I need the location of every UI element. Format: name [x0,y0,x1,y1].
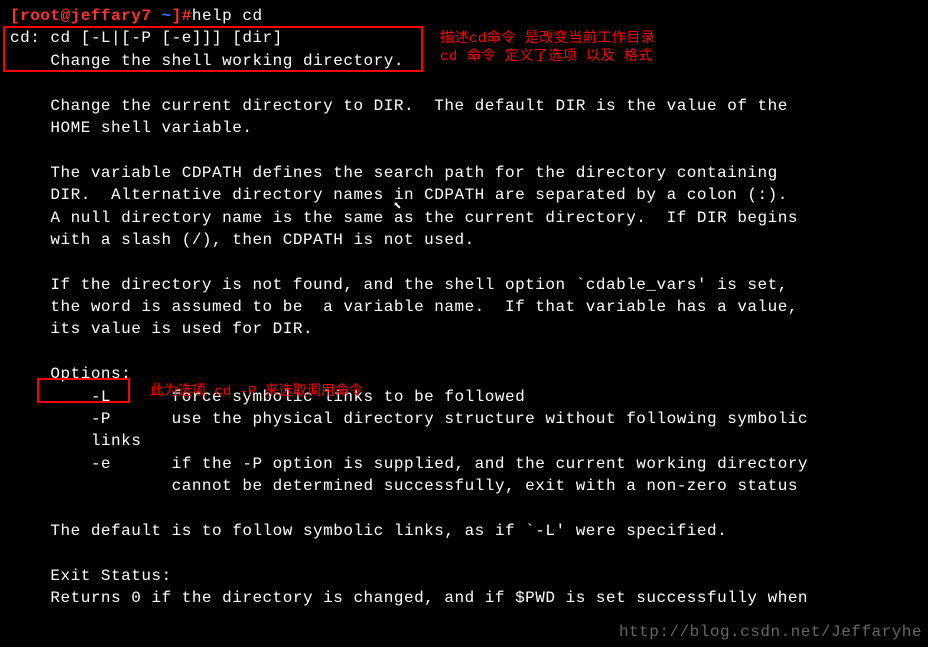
blank [10,498,918,520]
option-P: -P use the physical directory structure … [10,408,918,430]
prompt-suffix: ]# [172,7,192,25]
desc-line: HOME shell variable. [10,117,918,139]
typed-command: help cd [192,7,263,25]
options-header: Options: [10,363,918,385]
annotation-summary: 描述cd命令 是改变当前工作目录 cd 命令 定义了选项 以及 格式 [440,30,655,66]
annotation-text: 描述cd命令 是改变当前工作目录 [440,30,655,48]
desc-line: The variable CDPATH defines the search p… [10,162,918,184]
annotation-options: 此为选项 cd -P 来选取调用命令 [150,383,363,403]
option-e: -e if the -P option is supplied, and the… [10,453,918,475]
annotation-text: cd 命令 定义了选项 以及 格式 [440,48,655,66]
watermark-text: http://blog.csdn.net/Jeffaryhe [619,621,922,643]
option-P-cont: links [10,430,918,452]
desc-line: with a slash (/), then CDPATH is not use… [10,229,918,251]
cwd: ~ [162,7,172,25]
terminal-output: [root@jeffary7 ~]#help cd cd: cd [-L|[-P… [10,5,918,610]
exit-status-line: Returns 0 if the directory is changed, a… [10,587,918,609]
blank [10,72,918,94]
blank [10,542,918,564]
blank [10,341,918,363]
desc-line: DIR. Alternative directory names in CDPA… [10,184,918,206]
blank [10,139,918,161]
user-host: [root@jeffary7 [10,7,162,25]
option-L: -L force symbolic links to be followed [10,386,918,408]
desc-line: If the directory is not found, and the s… [10,274,918,296]
exit-status-header: Exit Status: [10,565,918,587]
desc-line: Change the current directory to DIR. The… [10,95,918,117]
blank [10,251,918,273]
default-line: The default is to follow symbolic links,… [10,520,918,542]
prompt-line[interactable]: [root@jeffary7 ~]#help cd [10,5,918,27]
option-e-cont: cannot be determined successfully, exit … [10,475,918,497]
desc-line: the word is assumed to be a variable nam… [10,296,918,318]
desc-line: its value is used for DIR. [10,318,918,340]
desc-line: A null directory name is the same as the… [10,207,918,229]
